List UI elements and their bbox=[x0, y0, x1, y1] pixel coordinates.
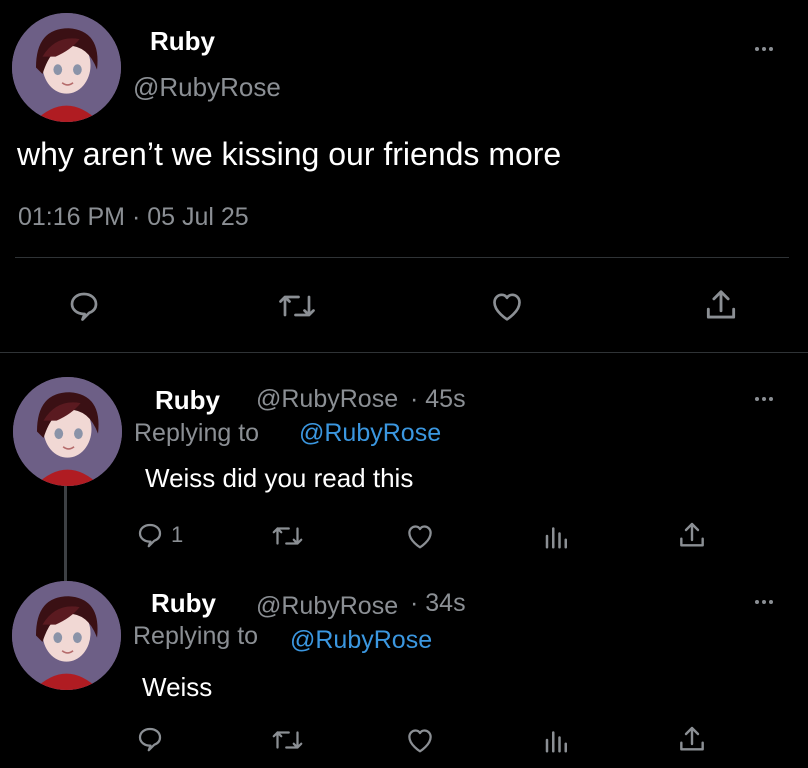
like-icon[interactable] bbox=[403, 519, 437, 553]
main-display-name[interactable]: Ruby bbox=[150, 26, 215, 57]
reply-icon[interactable] bbox=[135, 520, 165, 550]
reply-time[interactable]: · 45s bbox=[410, 385, 466, 414]
main-tweet-text: why aren’t we kissing our friends more bbox=[17, 136, 562, 172]
retweet-icon[interactable] bbox=[270, 521, 305, 551]
reply-handle[interactable]: @RubyRose bbox=[256, 592, 398, 621]
reply-icon[interactable] bbox=[135, 724, 165, 754]
main-avatar[interactable] bbox=[12, 13, 121, 122]
reply-display-name[interactable]: Ruby bbox=[151, 588, 216, 619]
reply-text: Weiss bbox=[142, 672, 213, 702]
more-icon[interactable] bbox=[755, 600, 773, 604]
like-icon[interactable] bbox=[403, 723, 437, 757]
reply-display-name[interactable]: Ruby bbox=[155, 385, 220, 416]
more-icon[interactable] bbox=[755, 397, 773, 401]
like-icon[interactable] bbox=[487, 286, 527, 326]
analytics-icon[interactable] bbox=[542, 521, 572, 551]
replying-to-label: Replying to bbox=[133, 622, 259, 650]
reply-text: Weiss did you read this bbox=[145, 463, 414, 493]
retweet-icon[interactable] bbox=[270, 725, 305, 755]
divider bbox=[0, 352, 808, 353]
thread-line bbox=[64, 486, 67, 582]
more-icon[interactable] bbox=[755, 47, 773, 51]
analytics-icon[interactable] bbox=[542, 725, 572, 755]
reply-avatar[interactable] bbox=[13, 377, 122, 486]
main-handle[interactable]: @RubyRose bbox=[133, 72, 281, 103]
replying-to-label: Replying to bbox=[134, 419, 260, 447]
replying-to-link[interactable]: @RubyRose bbox=[299, 419, 441, 448]
share-icon[interactable] bbox=[676, 724, 708, 756]
reply-count: 1 bbox=[171, 522, 184, 547]
reply-time[interactable]: · 34s bbox=[410, 589, 466, 618]
share-icon[interactable] bbox=[702, 287, 740, 325]
main-timestamp[interactable]: 01:16 PM · 05 Jul 25 bbox=[18, 203, 249, 232]
avatar-image bbox=[12, 581, 121, 690]
replying-to-link[interactable]: @RubyRose bbox=[290, 626, 432, 655]
reply-avatar[interactable] bbox=[12, 581, 121, 690]
share-icon[interactable] bbox=[676, 520, 708, 552]
reply-icon[interactable] bbox=[66, 288, 102, 324]
retweet-icon[interactable] bbox=[276, 288, 318, 324]
avatar-image bbox=[12, 13, 121, 122]
avatar-image bbox=[13, 377, 122, 486]
reply-handle[interactable]: @RubyRose bbox=[256, 385, 398, 414]
divider bbox=[15, 257, 789, 258]
